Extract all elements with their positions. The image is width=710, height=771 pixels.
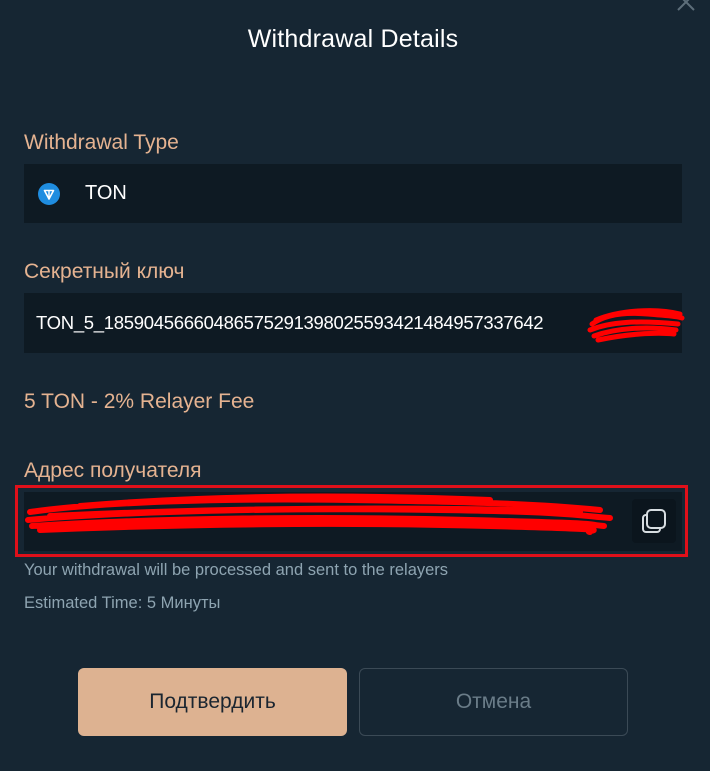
close-button[interactable]: [674, 0, 698, 14]
copy-address-button[interactable]: [632, 499, 676, 543]
cancel-button[interactable]: Отмена: [359, 668, 628, 736]
estimated-time-text: Estimated Time: 5 Минуты: [24, 594, 221, 612]
copy-icon: [642, 509, 666, 533]
modal-title: Withdrawal Details: [247, 25, 459, 53]
recipient-address-label: Адрес получателя: [24, 459, 202, 482]
recipient-address-field[interactable]: [24, 492, 682, 551]
withdrawal-details-modal: Withdrawal Details Withdrawal Type TON С…: [0, 0, 710, 771]
secret-key-value: TON_5_1859045666048657529139802559342148…: [36, 312, 544, 333]
secret-key-label: Секретный ключ: [24, 260, 185, 283]
withdrawal-type-field[interactable]: TON: [24, 164, 682, 223]
confirm-button[interactable]: Подтвердить: [78, 668, 347, 736]
relayer-fee-text: 5 TON - 2% Relayer Fee: [24, 390, 255, 413]
secret-key-field[interactable]: TON_5_1859045666048657529139802559342148…: [24, 293, 682, 353]
processing-info-text: Your withdrawal will be processed and se…: [24, 561, 449, 579]
ton-diamond-icon: [38, 183, 60, 205]
close-icon: [677, 0, 695, 11]
withdrawal-type-label: Withdrawal Type: [24, 131, 179, 154]
withdrawal-type-value: TON: [85, 182, 127, 204]
